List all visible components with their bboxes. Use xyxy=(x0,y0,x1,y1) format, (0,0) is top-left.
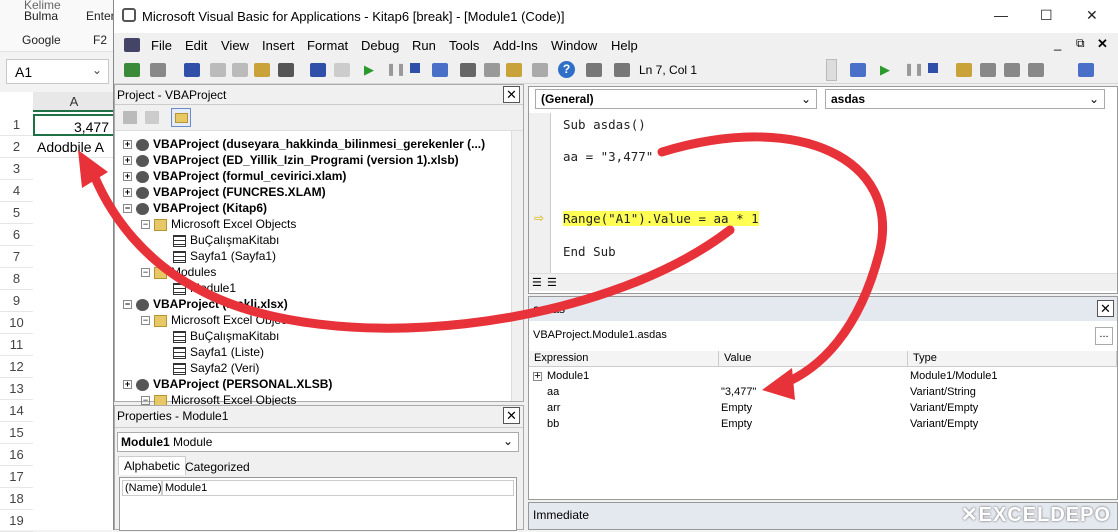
arrow-to-watch-value xyxy=(657,132,887,390)
annotation-arrows xyxy=(78,132,887,400)
arrow-head-watch xyxy=(762,368,795,400)
arrow-to-cell-a1 xyxy=(85,160,735,333)
